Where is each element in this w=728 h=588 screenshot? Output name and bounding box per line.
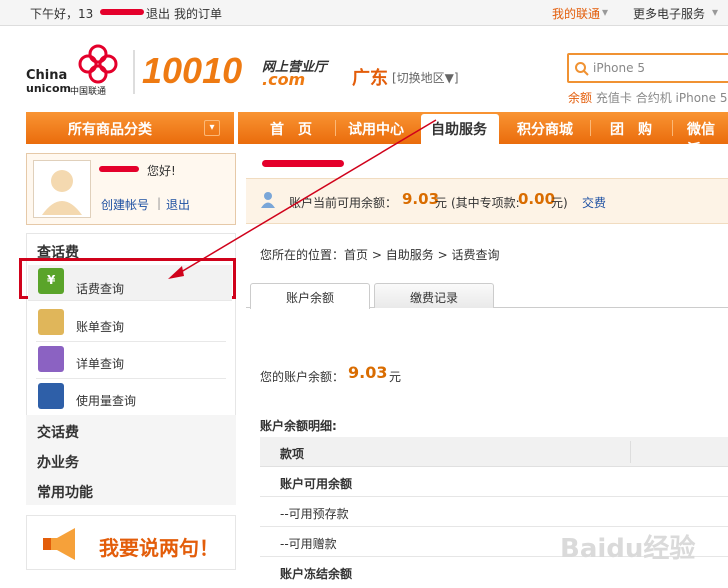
annotation-arrow [168, 119, 437, 279]
